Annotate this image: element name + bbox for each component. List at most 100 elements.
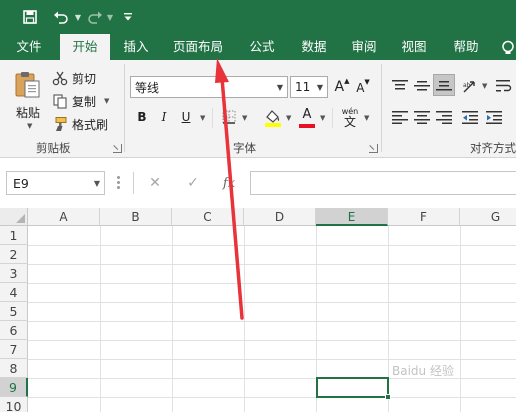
ribbon: 粘贴 ▼ 剪切 复制 ▼ 格式刷 剪贴板 等线 ▼ 11 ▼ A ▲ A ▼ B I… bbox=[0, 60, 516, 158]
paste-label[interactable]: 粘贴 bbox=[16, 104, 40, 121]
align-top-button[interactable] bbox=[390, 76, 410, 96]
tab-view[interactable]: 视图 bbox=[394, 34, 434, 60]
column-header-g[interactable]: G bbox=[460, 208, 516, 226]
row-header-1[interactable]: 1 bbox=[0, 226, 28, 245]
orientation-button[interactable]: ab bbox=[460, 76, 480, 96]
selected-cell[interactable] bbox=[316, 377, 389, 398]
format-painter-button[interactable]: 格式刷 bbox=[52, 115, 108, 133]
column-header-c[interactable]: C bbox=[172, 208, 244, 226]
orientation-dropdown[interactable]: ▼ bbox=[482, 82, 487, 90]
undo-dropdown[interactable]: ▼ bbox=[72, 6, 84, 28]
save-button[interactable] bbox=[18, 6, 42, 28]
font-size-box[interactable]: 11 ▼ bbox=[290, 76, 328, 98]
font-color-dropdown[interactable]: ▼ bbox=[320, 114, 325, 122]
font-group-label: 字体 bbox=[233, 141, 256, 155]
increase-font-size-button[interactable]: A ▲ bbox=[333, 77, 351, 97]
undo-button[interactable] bbox=[50, 6, 72, 28]
gridline bbox=[28, 397, 516, 398]
paste-button[interactable] bbox=[12, 70, 48, 100]
fill-color-dropdown[interactable]: ▼ bbox=[286, 114, 291, 122]
row-header-7[interactable]: 7 bbox=[0, 340, 28, 359]
increase-indent-button[interactable] bbox=[484, 107, 504, 127]
row-header-3[interactable]: 3 bbox=[0, 264, 28, 283]
column-header-b[interactable]: B bbox=[100, 208, 172, 226]
tab-data[interactable]: 数据 bbox=[294, 34, 334, 60]
row-header-5[interactable]: 5 bbox=[0, 302, 28, 321]
tab-review[interactable]: 审阅 bbox=[344, 34, 384, 60]
underline-dropdown[interactable]: ▼ bbox=[200, 114, 205, 122]
column-header-d[interactable]: D bbox=[244, 208, 316, 226]
font-name-box[interactable]: 等线 ▼ bbox=[130, 76, 288, 98]
redo-button[interactable] bbox=[84, 6, 106, 28]
font-name-value: 等线 bbox=[135, 80, 160, 95]
clipboard-launcher-icon[interactable] bbox=[113, 144, 122, 153]
italic-button[interactable]: I bbox=[156, 108, 172, 126]
row-header-4[interactable]: 4 bbox=[0, 283, 28, 302]
formula-input[interactable] bbox=[250, 171, 516, 195]
decrease-font-size-button[interactable]: A ▼ bbox=[354, 78, 372, 98]
fill-handle[interactable] bbox=[385, 394, 391, 400]
underline-button[interactable]: U bbox=[178, 108, 194, 126]
wrap-text-button[interactable] bbox=[494, 76, 514, 96]
tab-page-layout[interactable]: 页面布局 bbox=[166, 34, 230, 60]
align-left-button[interactable] bbox=[390, 107, 410, 127]
cut-button[interactable]: 剪切 bbox=[52, 69, 96, 87]
worksheet-grid[interactable]: A B C D E F G 1 2 3 4 5 6 7 8 9 10 bbox=[0, 208, 516, 412]
group-separator bbox=[124, 64, 125, 152]
orientation-icon: ab bbox=[463, 81, 475, 93]
row-header-10[interactable]: 10 bbox=[0, 397, 28, 412]
lightbulb-icon[interactable] bbox=[500, 40, 516, 56]
fill-color-button[interactable] bbox=[263, 107, 283, 129]
gridline bbox=[172, 226, 173, 412]
redo-dropdown[interactable]: ▼ bbox=[104, 6, 116, 28]
row-header-6[interactable]: 6 bbox=[0, 321, 28, 340]
paste-dropdown[interactable]: ▼ bbox=[27, 122, 32, 130]
redo-icon bbox=[88, 11, 102, 24]
font-name-dropdown-icon[interactable]: ▼ bbox=[273, 77, 287, 97]
tab-formulas[interactable]: 公式 bbox=[242, 34, 282, 60]
row-header-9[interactable]: 9 bbox=[0, 378, 28, 397]
row-header-8[interactable]: 8 bbox=[0, 359, 28, 378]
grow-font-label: A bbox=[334, 79, 345, 95]
decrease-indent-button[interactable] bbox=[460, 107, 480, 127]
save-icon bbox=[23, 10, 37, 24]
tab-home[interactable]: 开始 bbox=[60, 34, 110, 61]
column-header-e[interactable]: E bbox=[316, 208, 388, 226]
gridline bbox=[28, 340, 516, 341]
font-color-button[interactable]: A bbox=[297, 107, 317, 129]
borders-button[interactable] bbox=[220, 108, 238, 126]
shrink-font-label: A bbox=[356, 81, 365, 95]
column-header-a[interactable]: A bbox=[28, 208, 100, 226]
clipboard-group-label: 剪贴板 bbox=[36, 141, 71, 155]
tab-file[interactable]: 文件 bbox=[6, 34, 52, 60]
select-all-button[interactable] bbox=[0, 208, 28, 226]
align-bottom-button[interactable] bbox=[433, 74, 455, 96]
cancel-button[interactable]: ✕ bbox=[142, 172, 168, 194]
name-box-dropdown-icon[interactable]: ▼ bbox=[94, 172, 100, 194]
insert-function-button[interactable]: fx bbox=[216, 172, 242, 194]
align-right-button[interactable] bbox=[434, 107, 454, 127]
name-box[interactable]: E9 ▼ bbox=[6, 171, 105, 195]
align-center-button[interactable] bbox=[412, 107, 432, 127]
customize-quick-access-button[interactable] bbox=[120, 6, 136, 28]
font-launcher-icon[interactable] bbox=[369, 144, 378, 153]
enter-button[interactable]: ✓ bbox=[180, 172, 206, 194]
bold-button[interactable]: B bbox=[134, 108, 150, 126]
copy-button[interactable]: 复制 ▼ bbox=[52, 92, 109, 110]
phonetic-guide-button[interactable]: wén 文 bbox=[338, 105, 362, 129]
gridline bbox=[28, 264, 516, 265]
tab-help[interactable]: 帮助 bbox=[446, 34, 486, 60]
font-size-dropdown-icon[interactable]: ▼ bbox=[313, 77, 327, 97]
align-middle-button[interactable] bbox=[412, 76, 432, 96]
formula-bar-grip-icon[interactable] bbox=[117, 176, 121, 190]
copy-dropdown[interactable]: ▼ bbox=[104, 97, 109, 105]
tab-insert[interactable]: 插入 bbox=[116, 34, 156, 60]
format-painter-label: 格式刷 bbox=[72, 117, 109, 132]
font-color-label: A bbox=[302, 107, 312, 122]
borders-dropdown[interactable]: ▼ bbox=[242, 114, 247, 122]
column-header-f[interactable]: F bbox=[388, 208, 460, 226]
scissors-icon bbox=[52, 71, 68, 86]
row-header-2[interactable]: 2 bbox=[0, 245, 28, 264]
phonetic-dropdown[interactable]: ▼ bbox=[364, 114, 369, 122]
gridline bbox=[244, 226, 245, 412]
